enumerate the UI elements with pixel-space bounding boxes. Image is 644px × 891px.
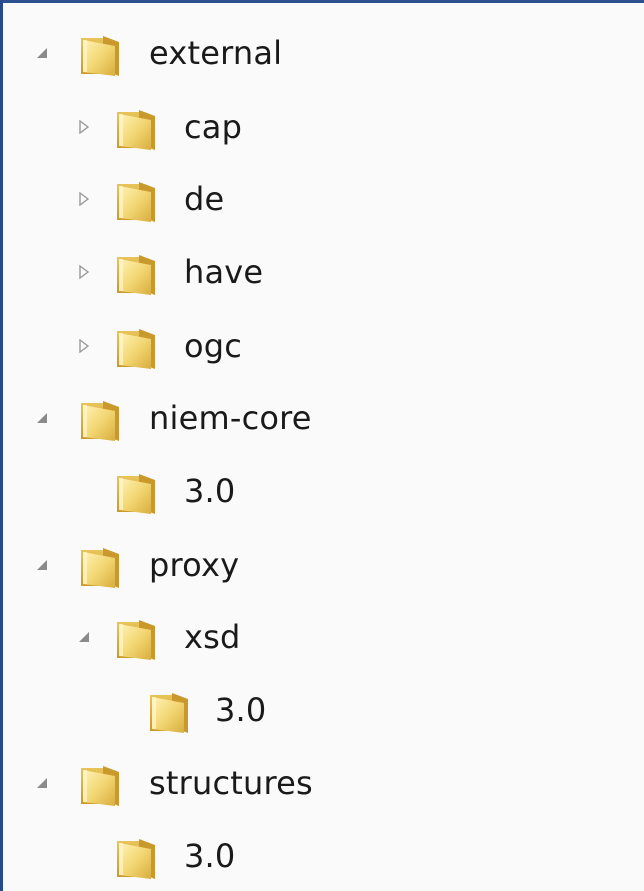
tree-item-label: cap xyxy=(184,108,243,146)
expanded-arrow-icon[interactable] xyxy=(35,411,49,425)
tree-item-label: 3.0 xyxy=(184,472,236,510)
folder-icon xyxy=(75,760,125,810)
tree-item-cap[interactable]: cap xyxy=(3,101,403,157)
tree-item-label: have xyxy=(184,253,264,291)
tree-item-label: 3.0 xyxy=(184,837,236,875)
tree-item-niem-core[interactable]: niem-core xyxy=(3,392,403,448)
folder-icon xyxy=(75,395,125,445)
tree-item-label: niem-core xyxy=(149,399,312,437)
folder-icon xyxy=(75,30,125,80)
folder-icon xyxy=(111,249,161,299)
tree-item-ogc[interactable]: ogc xyxy=(3,320,403,376)
folder-icon xyxy=(75,542,125,592)
collapsed-arrow-icon[interactable] xyxy=(77,339,91,353)
folder-icon xyxy=(111,614,161,664)
tree-item-structures-3-0[interactable]: 3.0 xyxy=(3,830,403,886)
folder-icon xyxy=(144,687,194,737)
collapsed-arrow-icon[interactable] xyxy=(77,265,91,279)
folder-icon xyxy=(111,468,161,518)
tree-item-niem-core-3-0[interactable]: 3.0 xyxy=(3,465,403,521)
folder-icon xyxy=(111,833,161,883)
folder-icon xyxy=(111,176,161,226)
tree-item-de[interactable]: de xyxy=(3,173,403,229)
folder-icon xyxy=(111,323,161,373)
tree-item-label: 3.0 xyxy=(215,691,267,729)
folder-icon xyxy=(111,104,161,154)
tree-item-have[interactable]: have xyxy=(3,246,403,302)
expanded-arrow-icon[interactable] xyxy=(77,630,91,644)
tree-item-label: proxy xyxy=(149,546,240,584)
folder-tree-pane: external cap de have ogc niem-core 3.0 p… xyxy=(0,0,644,891)
tree-item-xsd[interactable]: xsd xyxy=(3,611,403,667)
expanded-arrow-icon[interactable] xyxy=(35,776,49,790)
tree-item-structures[interactable]: structures xyxy=(3,757,403,813)
tree-item-label: structures xyxy=(149,764,313,802)
collapsed-arrow-icon[interactable] xyxy=(77,120,91,134)
tree-item-label: ogc xyxy=(184,327,243,365)
tree-item-proxy[interactable]: proxy xyxy=(3,539,403,595)
tree-item-external[interactable]: external xyxy=(3,27,403,83)
collapsed-arrow-icon[interactable] xyxy=(77,192,91,206)
tree-item-label: de xyxy=(184,180,225,218)
tree-item-xsd-3-0[interactable]: 3.0 xyxy=(3,684,403,740)
expanded-arrow-icon[interactable] xyxy=(35,558,49,572)
tree-item-label: xsd xyxy=(184,618,241,656)
tree-item-label: external xyxy=(149,34,283,72)
expanded-arrow-icon[interactable] xyxy=(35,46,49,60)
